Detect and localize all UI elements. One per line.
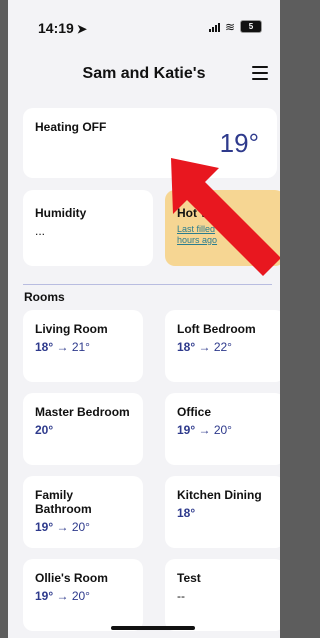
room-current-temp: 19° xyxy=(35,520,54,534)
status-time: 14:19 xyxy=(38,20,74,36)
hot-water-label: Hot W xyxy=(177,206,212,220)
menu-icon[interactable] xyxy=(252,66,268,80)
hot-water-sub-line2: hours ago xyxy=(177,235,218,245)
room-current-temp: 19° xyxy=(177,423,196,437)
room-card[interactable]: Kitchen Dining 18° xyxy=(165,476,280,548)
room-current-temp: 18° xyxy=(177,340,196,354)
room-name: Loft Bedroom xyxy=(177,322,256,336)
room-target-temp: → 20° xyxy=(198,423,232,437)
hot-water-last-filled[interactable]: Last filled hours ago xyxy=(177,224,273,246)
rooms-heading: Rooms xyxy=(24,290,65,304)
battery-icon: 5 xyxy=(240,20,262,33)
room-name: Living Room xyxy=(35,322,108,336)
humidity-card[interactable]: Humidity ... xyxy=(23,190,153,266)
room-card[interactable]: Family Bathroom 19° → 20° xyxy=(23,476,143,548)
humidity-value: ... xyxy=(35,224,46,238)
heating-card[interactable]: Heating OFF 19° xyxy=(23,108,277,178)
room-card[interactable]: Ollie's Room 19° → 20° xyxy=(23,559,143,631)
room-name: Test xyxy=(177,571,201,585)
room-name: Office xyxy=(177,405,212,419)
wifi-icon: ≋ xyxy=(224,19,235,34)
status-time-wrap: 14:19 ➤ xyxy=(38,20,87,36)
room-card[interactable]: Test -- xyxy=(165,559,280,631)
room-current-temp: 18° xyxy=(177,506,196,520)
room-card[interactable]: Loft Bedroom 18° → 22° xyxy=(165,310,280,382)
room-name: Family Bathroom xyxy=(35,488,92,516)
room-name: Ollie's Room xyxy=(35,571,108,585)
room-card[interactable]: Living Room 18° → 21° xyxy=(23,310,143,382)
room-target-temp: → 20° xyxy=(56,589,90,603)
room-target-temp: → 21° xyxy=(56,340,90,354)
room-current-temp: -- xyxy=(177,589,185,603)
hot-water-card[interactable]: Hot W Last filled hours ago xyxy=(165,190,280,266)
room-current-temp: 20° xyxy=(35,423,54,437)
humidity-label: Humidity xyxy=(35,206,87,220)
status-icons: ≋ 5 xyxy=(208,19,262,34)
location-arrow-icon: ➤ xyxy=(76,22,87,36)
app-screen: 14:19 ➤ ≋ 5 Sam and Katie's Heating OFF 1… xyxy=(8,0,280,638)
room-current-temp: 19° xyxy=(35,589,54,603)
home-indicator[interactable] xyxy=(111,626,195,630)
heating-temperature: 19° xyxy=(219,128,259,158)
status-bar: 14:19 ➤ ≋ 5 xyxy=(8,0,280,50)
room-target-temp: → 20° xyxy=(56,520,90,534)
hot-water-sub-line1: Last filled xyxy=(177,224,216,234)
divider xyxy=(23,284,272,285)
room-card[interactable]: Office 19° → 20° xyxy=(165,393,280,465)
room-name: Master Bedroom xyxy=(35,405,130,419)
room-card[interactable]: Master Bedroom 20° xyxy=(23,393,143,465)
page-title: Sam and Katie's xyxy=(82,65,206,82)
room-name: Kitchen Dining xyxy=(177,488,262,502)
room-target-temp: → 22° xyxy=(198,340,232,354)
signal-icon xyxy=(208,22,220,32)
room-current-temp: 18° xyxy=(35,340,54,354)
